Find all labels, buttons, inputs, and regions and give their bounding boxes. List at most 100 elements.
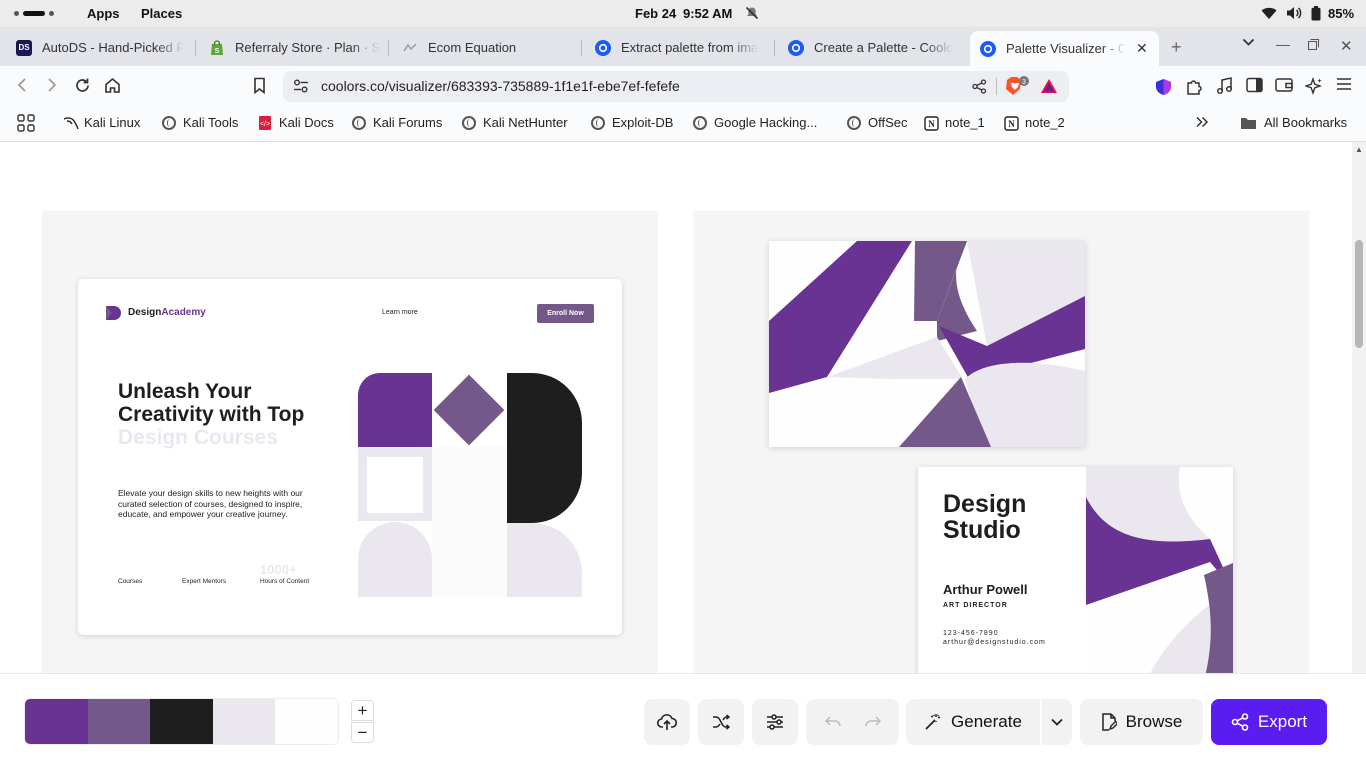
hero-geometric-artwork <box>358 373 582 597</box>
tab-create-palette[interactable]: Create a Palette - Coolo <box>778 33 968 62</box>
notion-icon: N <box>1004 115 1019 131</box>
brave-shields-icon[interactable]: 3 <box>1005 76 1029 98</box>
globe-icon <box>352 115 366 130</box>
close-window-icon[interactable]: ✕ <box>1340 37 1353 55</box>
tab-title: Palette Visualizer - C <box>1006 41 1126 56</box>
swatch-4[interactable] <box>212 699 276 744</box>
wifi-icon[interactable] <box>1261 7 1277 20</box>
shields-count: 3 <box>1022 79 1026 86</box>
learn-more-link[interactable]: Learn more <box>382 309 418 316</box>
brave-rewards-icon[interactable] <box>1040 78 1058 94</box>
workspace-indicator[interactable] <box>14 11 54 16</box>
bookmark-kali-docs[interactable]: </> Kali Docs <box>258 115 334 130</box>
palette-swatches[interactable] <box>24 698 339 745</box>
stat-courses: Courses <box>118 578 143 585</box>
bookmark-note-2[interactable]: N note_2 <box>1004 115 1065 131</box>
bookmark-kali-linux[interactable]: Kali Linux <box>63 115 140 130</box>
tab-extract-palette[interactable]: Extract palette from ima <box>585 33 775 62</box>
bookmark-kali-forums[interactable]: Kali Forums <box>352 115 442 130</box>
tab-autods[interactable]: DS AutoDS - Hand-Picked F <box>6 33 196 62</box>
music-note-icon[interactable] <box>1216 77 1233 95</box>
back-arrow-icon[interactable] <box>16 77 28 93</box>
cloud-upload-icon <box>657 714 677 730</box>
page-scrollbar[interactable]: ▲ <box>1352 142 1366 673</box>
generate-options-dropdown[interactable] <box>1042 699 1072 745</box>
share-icon[interactable] <box>972 79 987 94</box>
card-back-pattern <box>769 241 1085 447</box>
adjust-button[interactable] <box>752 699 798 745</box>
close-tab-icon[interactable]: ✕ <box>1136 40 1148 57</box>
upload-button[interactable] <box>644 699 690 745</box>
export-button[interactable]: Export <box>1211 699 1327 745</box>
browser-tab-strip: DS AutoDS - Hand-Picked F S Referraly St… <box>0 27 1366 66</box>
forward-arrow-icon[interactable] <box>46 77 58 93</box>
folder-icon <box>1240 116 1257 130</box>
address-bar[interactable]: coolors.co/visualizer/683393-735889-1f1e… <box>283 71 1069 102</box>
home-icon[interactable] <box>104 77 121 93</box>
swatch-2[interactable] <box>87 699 151 744</box>
undo-icon[interactable] <box>824 716 841 728</box>
bookmark-kali-nethunter[interactable]: Kali NetHunter <box>462 115 568 130</box>
maximize-window-icon[interactable] <box>1308 39 1319 50</box>
shopify-bag-icon: S <box>209 39 225 56</box>
minimize-window-icon[interactable]: — <box>1276 36 1290 52</box>
magic-wand-icon <box>925 714 941 730</box>
wallet-icon[interactable] <box>1275 77 1293 93</box>
sliders-icon <box>767 714 783 730</box>
tab-ecom-equation[interactable]: Ecom Equation <box>392 33 582 62</box>
bookmark-kali-tools[interactable]: Kali Tools <box>162 115 238 130</box>
vpn-shield-icon[interactable] <box>1155 78 1172 96</box>
clock-date[interactable]: Feb 24 <box>635 6 676 21</box>
apps-menu[interactable]: Apps <box>87 6 120 21</box>
shuffle-button[interactable] <box>698 699 744 745</box>
kali-dragon-icon <box>63 116 79 130</box>
bookmark-icon[interactable] <box>253 77 266 94</box>
brand-name: DesignAcademy <box>128 307 206 318</box>
more-bookmarks-chevron-icon[interactable] <box>1195 116 1209 128</box>
leo-ai-icon[interactable] <box>1305 77 1323 95</box>
bookmark-exploit-db[interactable]: Exploit-DB <box>591 115 673 130</box>
volume-icon[interactable] <box>1286 6 1302 20</box>
url-text[interactable]: coolors.co/visualizer/683393-735889-1f1e… <box>321 78 680 94</box>
bookmark-google-hacking[interactable]: Google Hacking... <box>693 115 817 130</box>
generate-button[interactable]: Generate <box>906 699 1040 745</box>
bookmark-offsec[interactable]: OffSec <box>847 115 908 130</box>
card-front-pattern <box>1086 467 1233 673</box>
reload-icon[interactable] <box>74 77 91 94</box>
browse-button[interactable]: Browse <box>1080 699 1203 745</box>
tab-palette-visualizer[interactable]: Palette Visualizer - C <box>970 31 1159 66</box>
address-bar-divider <box>996 78 997 95</box>
clock-time[interactable]: 9:52 AM <box>683 6 732 21</box>
main-menu-icon[interactable] <box>1336 77 1352 91</box>
add-color-button[interactable]: + <box>351 700 374 721</box>
swatch-1[interactable] <box>25 699 88 744</box>
site-settings-icon[interactable] <box>293 79 309 93</box>
redo-icon[interactable] <box>864 716 881 728</box>
all-bookmarks-folder[interactable]: All Bookmarks <box>1240 115 1347 130</box>
remove-color-button[interactable]: − <box>351 722 374 743</box>
scrollbar-thumb[interactable] <box>1355 240 1363 348</box>
coolors-icon <box>595 39 611 56</box>
swatch-5[interactable] <box>275 699 338 744</box>
os-top-bar: Apps Places Feb 24 9:52 AM 85% <box>0 0 1366 27</box>
scroll-up-arrow-icon[interactable]: ▲ <box>1355 145 1363 154</box>
landing-page-preview-panel: DesignAcademy Learn more Enroll Now Unle… <box>42 211 658 673</box>
new-tab-icon[interactable]: + <box>1171 37 1182 58</box>
card-phone: 123-456-7890 <box>943 630 999 637</box>
sidebar-toggle-icon[interactable] <box>1246 77 1263 93</box>
places-menu[interactable]: Places <box>141 6 182 21</box>
tab-title: AutoDS - Hand-Picked F <box>42 40 185 55</box>
apps-grid-icon[interactable] <box>17 114 35 132</box>
kali-docs-icon: </> <box>258 115 272 130</box>
swatch-3[interactable] <box>150 699 213 744</box>
bookmark-note-1[interactable]: N note_1 <box>924 115 985 131</box>
notifications-muted-icon[interactable] <box>745 6 759 20</box>
extensions-puzzle-icon[interactable] <box>1185 77 1203 95</box>
tab-referraly[interactable]: S Referraly Store · Plan · S <box>199 33 389 62</box>
browser-toolbar: coolors.co/visualizer/683393-735889-1f1e… <box>0 66 1366 106</box>
business-card-preview-panel: Design Studio Arthur Powell ART DIRECTOR… <box>693 211 1309 673</box>
palette-toolbar: + − Generate Browse Export <box>0 673 1366 768</box>
battery-icon[interactable] <box>1311 6 1321 21</box>
tab-list-chevron-icon[interactable] <box>1242 38 1255 47</box>
enroll-now-button[interactable]: Enroll Now <box>537 304 594 323</box>
